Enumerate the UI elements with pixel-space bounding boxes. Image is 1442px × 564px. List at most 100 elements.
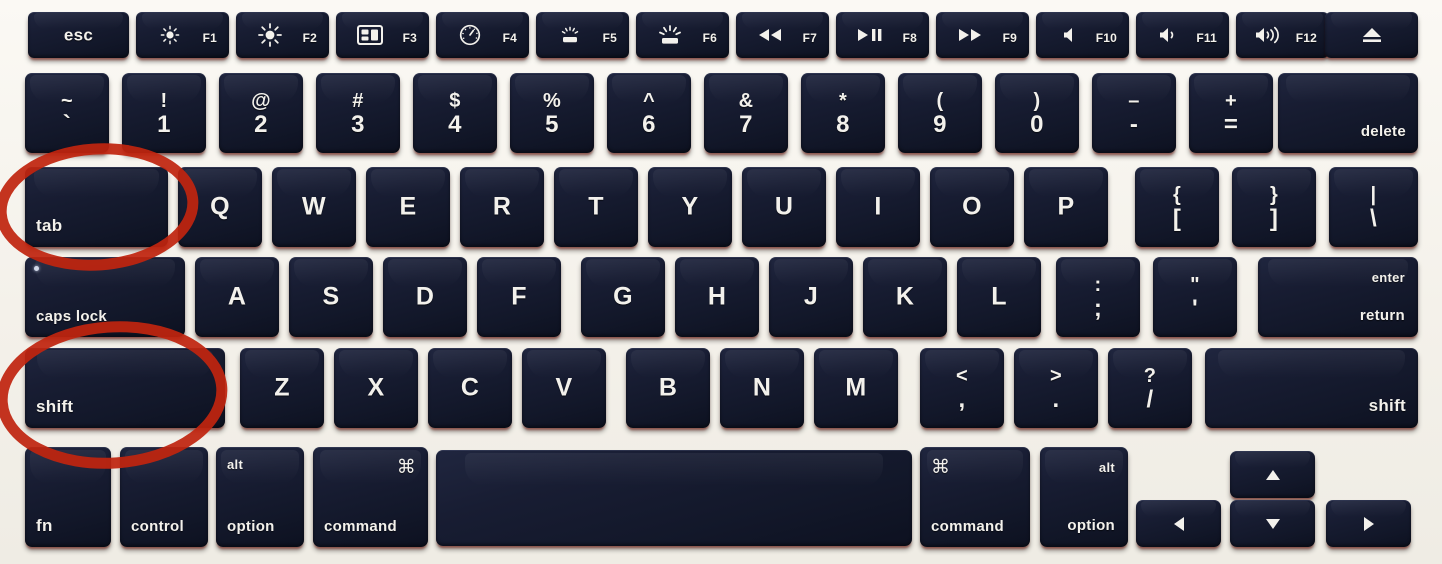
key-shift-right[interactable]: shift [1205, 348, 1418, 428]
key-minus[interactable]: – - [1092, 73, 1176, 153]
key-f5[interactable]: F5 [536, 12, 629, 58]
key-5[interactable]: % 5 [510, 73, 594, 153]
key-arrow-up[interactable] [1230, 451, 1315, 498]
key-v[interactable]: V [522, 348, 606, 428]
key-m[interactable]: M [814, 348, 898, 428]
key-7[interactable]: & 7 [704, 73, 788, 153]
key-f[interactable]: F [477, 257, 561, 337]
key-legend: return [1359, 307, 1405, 324]
key-backslash[interactable]: | \ [1329, 167, 1418, 247]
key-k[interactable]: K [863, 257, 947, 337]
fn-label: F10 [1095, 31, 1117, 45]
key-legend: 7 [739, 111, 753, 138]
key-tab[interactable]: tab [25, 167, 168, 247]
key-d[interactable]: D [383, 257, 467, 337]
key-delete[interactable]: delete [1278, 73, 1418, 153]
key-fn[interactable]: fn [25, 447, 111, 547]
key-legend-shifted: – [1128, 89, 1140, 112]
key-w[interactable]: W [272, 167, 356, 247]
caps-lock-indicator-icon [34, 266, 39, 271]
key-arrow-left[interactable] [1136, 500, 1221, 547]
macbook-keyboard: esc F1 F2 F3 F4 F5 F6 F7 F8 F9 F10 F11 F12 ~ `! 1 @2 #3 $4… [0, 0, 1442, 564]
key-backtick[interactable]: ~ ` [25, 73, 109, 153]
key-legend: shift [36, 397, 74, 416]
key-legend: O [962, 192, 982, 221]
key-legend: I [874, 192, 882, 221]
key-arrow-down[interactable] [1230, 500, 1315, 547]
key-comma[interactable]: <, [920, 348, 1004, 428]
key-3[interactable]: #3 [316, 73, 400, 153]
key-6[interactable]: ^ 6 [607, 73, 691, 153]
key-legend: Z [274, 373, 290, 402]
key-eject[interactable] [1325, 12, 1418, 58]
key-a[interactable]: A [195, 257, 279, 337]
key-l[interactable]: L [957, 257, 1041, 337]
key-o[interactable]: O [930, 167, 1014, 247]
key-q[interactable]: Q [178, 167, 262, 247]
key-c[interactable]: C [428, 348, 512, 428]
key-option-left[interactable]: alt option [216, 447, 304, 547]
key-command-right[interactable]: ⌘ command [920, 447, 1030, 547]
key-legend: Q [210, 192, 230, 221]
key-n[interactable]: N [720, 348, 804, 428]
key-u[interactable]: U [742, 167, 826, 247]
key-return[interactable]: enter return [1258, 257, 1418, 337]
key-space[interactable] [436, 450, 912, 546]
key-g[interactable]: G [581, 257, 665, 337]
key-2[interactable]: @2 [219, 73, 303, 153]
key-p[interactable]: P [1024, 167, 1108, 247]
key-1[interactable]: ! 1 [122, 73, 206, 153]
key-arrow-right[interactable] [1326, 500, 1411, 547]
key-esc[interactable]: esc [28, 12, 129, 58]
key-r[interactable]: R [460, 167, 544, 247]
key-t[interactable]: T [554, 167, 638, 247]
key-f4[interactable]: F4 [436, 12, 529, 58]
key-shift-left[interactable]: shift [25, 348, 225, 428]
key-b[interactable]: B [626, 348, 710, 428]
key-legend: control [131, 518, 184, 535]
key-slash[interactable]: ? / [1108, 348, 1192, 428]
key-f12[interactable]: F12 [1236, 12, 1329, 58]
key-e[interactable]: E [366, 167, 450, 247]
arrow-up-icon [1230, 469, 1315, 481]
key-bracket-left[interactable]: {[ [1135, 167, 1219, 247]
key-f6[interactable]: F6 [636, 12, 729, 58]
key-y[interactable]: Y [648, 167, 732, 247]
key-semicolon[interactable]: :; [1056, 257, 1140, 337]
key-legend-shifted: * [838, 89, 848, 112]
key-legend: caps lock [36, 308, 108, 325]
fn-label: F11 [1196, 31, 1217, 45]
key-caps-lock[interactable]: caps lock [25, 257, 185, 337]
key-4[interactable]: $4 [413, 73, 497, 153]
key-f1[interactable]: F1 [136, 12, 229, 58]
key-bracket-right[interactable]: }] [1232, 167, 1316, 247]
key-8[interactable]: * 8 [801, 73, 885, 153]
key-0[interactable]: ) 0 [995, 73, 1079, 153]
key-period[interactable]: >. [1014, 348, 1098, 428]
key-legend: S [322, 282, 340, 311]
key-option-right[interactable]: alt option [1040, 447, 1128, 547]
key-9[interactable]: (9 [898, 73, 982, 153]
key-control[interactable]: control [120, 447, 208, 547]
fn-label: F4 [502, 31, 517, 45]
key-legend: E [399, 192, 417, 221]
key-f3[interactable]: F3 [336, 12, 429, 58]
key-f10[interactable]: F10 [1036, 12, 1129, 58]
key-h[interactable]: H [675, 257, 759, 337]
key-j[interactable]: J [769, 257, 853, 337]
key-i[interactable]: I [836, 167, 920, 247]
key-command-left[interactable]: ⌘ command [313, 447, 428, 547]
key-f8[interactable]: F8 [836, 12, 929, 58]
key-f7[interactable]: F7 [736, 12, 829, 58]
key-z[interactable]: Z [240, 348, 324, 428]
key-f11[interactable]: F11 [1136, 12, 1229, 58]
key-legend-shifted: ) [1033, 89, 1041, 112]
key-legend: fn [36, 516, 53, 535]
key-equal[interactable]: + = [1189, 73, 1273, 153]
key-f2[interactable]: F2 [236, 12, 329, 58]
key-quote[interactable]: " ' [1153, 257, 1237, 337]
fn-label: F5 [602, 31, 617, 45]
key-f9[interactable]: F9 [936, 12, 1029, 58]
key-x[interactable]: X [334, 348, 418, 428]
key-s[interactable]: S [289, 257, 373, 337]
